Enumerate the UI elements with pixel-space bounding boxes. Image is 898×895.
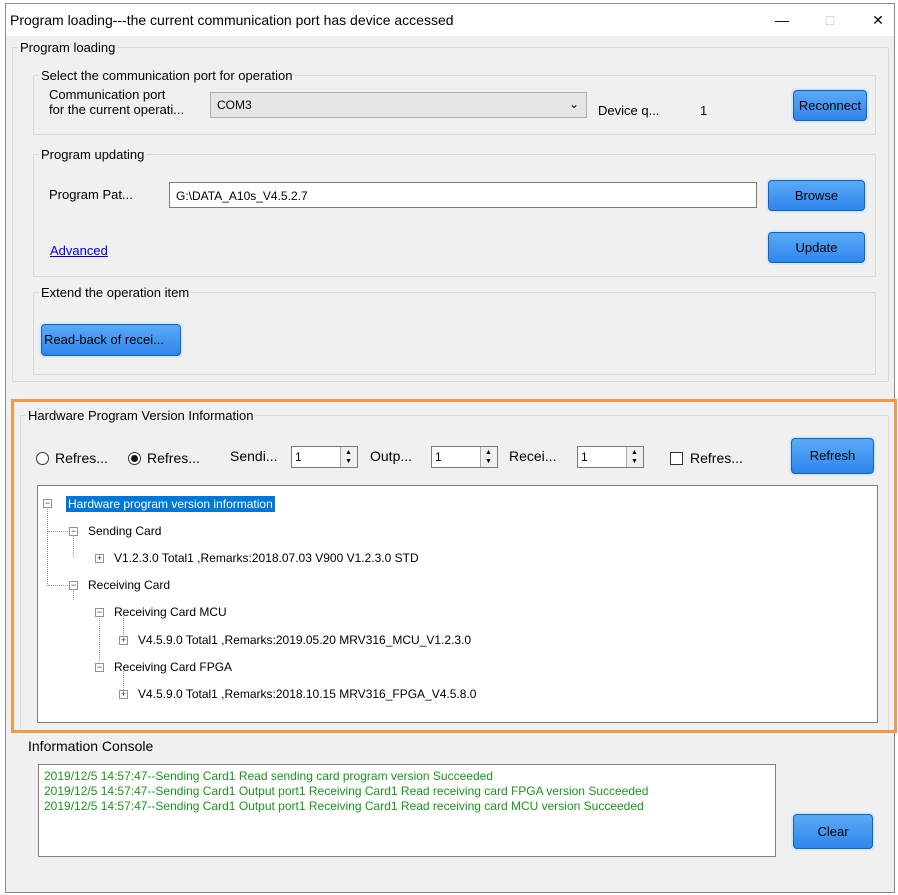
collapse-icon[interactable]: −: [69, 527, 78, 536]
console-label: Information Console: [28, 738, 154, 754]
sending-card-label: Sendi...: [230, 448, 278, 464]
expand-icon[interactable]: +: [119, 636, 128, 645]
auto-refresh-label: Refres...: [690, 450, 743, 466]
port-selection-legend: Select the communication port for operat…: [41, 68, 293, 83]
tree-sending-card-node[interactable]: Sending Card: [88, 524, 161, 538]
hardware-version-legend: Hardware Program Version Information: [28, 408, 254, 423]
refresh-mode-radio-2-label: Refres...: [147, 450, 200, 466]
port-combobox[interactable]: COM3 ⌄: [210, 92, 587, 118]
refresh-mode-radio-2[interactable]: [128, 452, 141, 465]
refresh-mode-radio-1[interactable]: [36, 452, 49, 465]
device-qty-value: 1: [700, 103, 708, 118]
tree-fpga-node[interactable]: Receiving Card FPGA: [114, 660, 232, 674]
version-tree[interactable]: − Hardware program version information −…: [37, 485, 878, 723]
output-port-label: Outp...: [370, 448, 413, 464]
expand-icon[interactable]: +: [95, 554, 104, 563]
console-log[interactable]: 2019/12/5 14:57:47--Sending Card1 Read s…: [38, 764, 776, 857]
extend-operation-legend: Extend the operation item: [41, 285, 190, 300]
tree-sending-version-node[interactable]: V1.2.3.0 Total1 ,Remarks:2018.07.03 V900…: [114, 551, 419, 565]
spin-arrows-icon[interactable]: ▲ ▼: [626, 447, 643, 467]
window-title: Program loading---the current communicat…: [10, 12, 454, 28]
program-path-value: G:\DATA_A10s_V4.5.2.7: [176, 189, 308, 203]
tree-root-node[interactable]: Hardware program version information: [66, 496, 275, 512]
output-port-spinbox[interactable]: 1 ▲ ▼: [431, 446, 498, 468]
clear-button[interactable]: Clear: [793, 814, 873, 849]
auto-refresh-checkbox[interactable]: [670, 452, 683, 465]
minimize-button[interactable]: —: [762, 8, 802, 32]
collapse-icon[interactable]: −: [95, 608, 104, 617]
program-updating-legend: Program updating: [41, 147, 145, 162]
browse-button[interactable]: Browse: [768, 180, 865, 211]
refresh-mode-radio-1-label: Refres...: [55, 450, 108, 466]
tree-mcu-version-node[interactable]: V4.5.9.0 Total1 ,Remarks:2019.05.20 MRV3…: [138, 633, 471, 647]
tree-mcu-node[interactable]: Receiving Card MCU: [114, 605, 227, 619]
close-button[interactable]: ✕: [858, 8, 898, 32]
receiving-card-value: 1: [581, 450, 588, 464]
program-loading-legend: Program loading: [20, 40, 116, 55]
sending-card-spinbox[interactable]: 1 ▲ ▼: [291, 446, 358, 468]
spin-arrows-icon[interactable]: ▲ ▼: [480, 447, 497, 467]
collapse-icon[interactable]: −: [43, 499, 52, 508]
port-label-line2: for the current operati...: [49, 102, 185, 117]
output-port-value: 1: [435, 450, 442, 464]
title-bar: Program loading---the current communicat…: [6, 4, 894, 36]
port-label-line1: Communication port: [49, 87, 166, 102]
program-path-input[interactable]: G:\DATA_A10s_V4.5.2.7: [169, 182, 757, 208]
expand-icon[interactable]: +: [119, 690, 128, 699]
port-label: Communication port for the current opera…: [49, 87, 184, 117]
port-combobox-value: COM3: [217, 98, 252, 112]
program-path-label: Program Pat...: [49, 187, 133, 202]
spin-arrows-icon[interactable]: ▲ ▼: [340, 447, 357, 467]
program-loading-window: Program loading---the current communicat…: [5, 3, 895, 893]
device-qty-label: Device q...: [598, 103, 660, 118]
readback-button[interactable]: Read-back of recei...: [41, 324, 181, 356]
console-line: 2019/12/5 14:57:47--Sending Card1 Read s…: [44, 769, 493, 783]
tree-receiving-card-node[interactable]: Receiving Card: [88, 578, 170, 592]
tree-fpga-version-node[interactable]: V4.5.9.0 Total1 ,Remarks:2018.10.15 MRV3…: [138, 687, 476, 701]
maximize-button[interactable]: □: [810, 8, 850, 32]
reconnect-button[interactable]: Reconnect: [793, 90, 867, 121]
receiving-card-label: Recei...: [509, 448, 557, 464]
collapse-icon[interactable]: −: [95, 663, 104, 672]
chevron-down-icon: ⌄: [568, 97, 579, 111]
receiving-card-spinbox[interactable]: 1 ▲ ▼: [577, 446, 644, 468]
sending-card-value: 1: [295, 450, 302, 464]
update-button[interactable]: Update: [768, 232, 865, 263]
refresh-button[interactable]: Refresh: [791, 438, 874, 474]
console-line: 2019/12/5 14:57:47--Sending Card1 Output…: [44, 784, 649, 798]
program-updating-group: Program updating: [33, 147, 876, 277]
advanced-link[interactable]: Advanced: [50, 243, 108, 258]
collapse-icon[interactable]: −: [69, 581, 78, 590]
console-line: 2019/12/5 14:57:47--Sending Card1 Output…: [44, 799, 644, 813]
